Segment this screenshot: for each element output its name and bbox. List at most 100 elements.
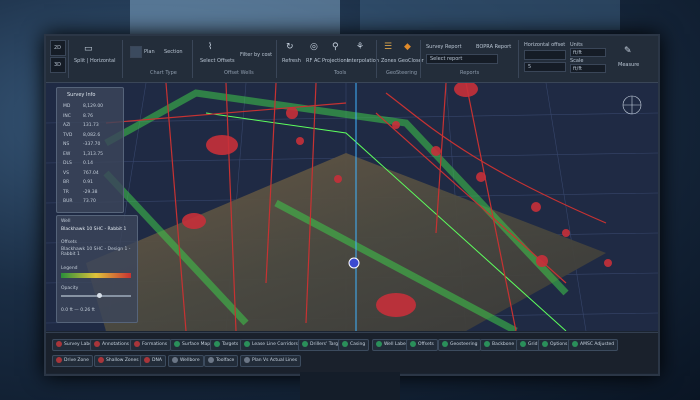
- zones-button[interactable]: Zones: [381, 58, 396, 64]
- layer-toggle-label: Offsets: [418, 342, 434, 347]
- scale-select[interactable]: ft/ft: [570, 64, 606, 73]
- offset-wells-group-label: Offset Wells: [224, 70, 254, 76]
- layer-toggle-label: Drive Zone: [64, 358, 89, 363]
- select-offsets-button[interactable]: Select Offsets: [200, 58, 235, 64]
- layer-toggle-label: Surface Map: [182, 342, 211, 347]
- toggle-indicator-icon: [174, 340, 180, 347]
- layer-toggle-targets[interactable]: Targets: [210, 339, 243, 351]
- survey-key: EW: [63, 151, 71, 157]
- split-horizontal-button[interactable]: Split | Horizontal: [74, 58, 115, 64]
- projections-button[interactable]: Projections: [322, 58, 349, 64]
- survey-info-panel: Survey Info MD 8,129.00 INC 8.76 AZI 131.73 TV…: [56, 87, 124, 213]
- plan-button[interactable]: Plan: [144, 49, 155, 55]
- toggle-indicator-icon: [542, 340, 548, 347]
- view-3d-button[interactable]: 3D: [50, 57, 66, 73]
- toggle-indicator-icon: [410, 340, 416, 347]
- offsets-value: Blackhawk 10 SHC - Design 1 - Rabbit 1: [61, 247, 131, 257]
- view-2d-button[interactable]: 2D: [50, 40, 66, 56]
- layer-toggle-casing[interactable]: Casing: [338, 339, 370, 351]
- survey-key: VS: [63, 170, 69, 176]
- layer-toggle-offsets[interactable]: Offsets: [406, 339, 438, 351]
- zones-icon[interactable]: ☰: [384, 42, 392, 52]
- interpolation-button[interactable]: Interpolation: [347, 58, 379, 64]
- layer-toggle-backbone[interactable]: Backbone: [480, 339, 519, 351]
- survey-key: NS: [63, 142, 70, 147]
- geocloser-icon[interactable]: ◆: [404, 42, 411, 52]
- scale-text: 0.0 ft — 0.26 ft: [61, 308, 95, 313]
- survey-value: 73.70: [83, 199, 96, 204]
- survey-key: AZI: [63, 123, 71, 128]
- layer-toggle-amsc-adjusted[interactable]: AMSC Adjusted: [568, 339, 619, 351]
- tools-group-label: Tools: [334, 70, 347, 76]
- toggle-indicator-icon: [484, 340, 490, 347]
- layer-toggle-plan-vs-actual-lines[interactable]: Plan Vs Actual Lines: [240, 355, 302, 367]
- layer-toggle-surface-map[interactable]: Surface Map: [170, 339, 215, 351]
- background-window: [360, 0, 620, 30]
- survey-report-button[interactable]: Survey Report: [426, 44, 462, 50]
- compass-icon[interactable]: [622, 95, 642, 115]
- offsets-icon[interactable]: ⌇: [208, 42, 212, 52]
- section-button[interactable]: Section: [164, 49, 183, 55]
- layer-toggle-label: Wellbore: [180, 358, 200, 363]
- toggle-indicator-icon: [172, 356, 178, 363]
- separator: [518, 40, 519, 78]
- opacity-slider-handle[interactable]: [97, 293, 102, 298]
- layer-toggle-label: Formations: [142, 342, 168, 347]
- split-icon[interactable]: ▭: [84, 44, 93, 54]
- chart-3d-button[interactable]: [130, 46, 142, 58]
- filter-by-cost-button[interactable]: Filter by cost: [240, 52, 272, 58]
- layer-toggle-label: AMSC Adjusted: [580, 342, 615, 347]
- horizontal-offset-slider[interactable]: [524, 50, 566, 60]
- toggle-indicator-icon: [376, 340, 382, 347]
- rf-ac-button[interactable]: RF AC: [306, 58, 321, 64]
- separator: [420, 40, 421, 78]
- layer-toggle-lease-line-corridors[interactable]: Lease Line Corridors: [240, 339, 302, 351]
- survey-value: -29.38: [83, 189, 98, 195]
- refresh-button[interactable]: Refresh: [282, 58, 301, 64]
- layer-toggle-label: Targets: [222, 342, 239, 347]
- measure-icon[interactable]: ✎: [624, 46, 632, 56]
- layer-toggle-annotations[interactable]: Annotations: [90, 339, 134, 351]
- background-window: [130, 0, 340, 34]
- reports-group-label: Reports: [460, 70, 480, 76]
- layer-toggle-formations[interactable]: Formations: [130, 339, 172, 351]
- survey-key: TVD: [63, 132, 73, 138]
- units-select[interactable]: ft/ft: [570, 48, 606, 57]
- current-position-marker: [348, 257, 360, 269]
- separator: [276, 40, 277, 78]
- layer-toggle-dna[interactable]: DNA: [140, 355, 166, 367]
- rf-ac-icon[interactable]: ◎: [310, 42, 318, 52]
- monitor-screen: 2D 3D ▭ Split | Horizontal Plan Section …: [44, 34, 660, 376]
- interpolation-icon[interactable]: ⚘: [356, 42, 364, 52]
- opacity-label: Opacity: [61, 286, 79, 291]
- legend-label: Legend: [61, 266, 78, 271]
- layer-toggle-geosteering[interactable]: Geosteering: [438, 339, 482, 351]
- survey-value: 8,129.00: [83, 104, 104, 109]
- layer-toggle-shallow-zones[interactable]: Shallow Zones: [94, 355, 143, 367]
- toggle-indicator-icon: [144, 356, 150, 363]
- opacity-slider[interactable]: [61, 295, 131, 297]
- toggle-indicator-icon: [244, 356, 250, 363]
- layer-toggle-options[interactable]: Options: [538, 339, 572, 351]
- layer-toggle-bar: Survey Labels Annotations Formations Surfac…: [46, 332, 658, 373]
- survey-value: 8,082.6: [83, 132, 101, 138]
- offsets-label: Offsets: [61, 240, 77, 245]
- layer-toggle-label: Geosteering: [450, 342, 478, 347]
- 3d-viewport[interactable]: Survey Info MD 8,129.00 INC 8.76 AZI 131.73 TV…: [46, 83, 658, 331]
- layer-toggle-label: Grid: [528, 342, 538, 347]
- layer-toggle-wellbore[interactable]: Wellbore: [168, 355, 204, 367]
- layer-toggle-toolface[interactable]: Toolface: [204, 355, 239, 367]
- toggle-indicator-icon: [56, 356, 62, 363]
- select-report-dropdown[interactable]: Select report: [426, 54, 498, 64]
- toggle-indicator-icon: [520, 340, 526, 347]
- refresh-icon[interactable]: ↻: [286, 42, 294, 52]
- projections-icon[interactable]: ⚲: [332, 42, 339, 52]
- toggle-indicator-icon: [572, 340, 578, 347]
- layer-toggle-drive-zone[interactable]: Drive Zone: [52, 355, 93, 367]
- geosteering-group-label: GeoSteering: [386, 70, 418, 76]
- toggle-indicator-icon: [342, 340, 348, 347]
- well-name: Blackhawk 10 SHC - Rabbit 1: [61, 227, 127, 232]
- bopra-report-button[interactable]: BOPRA Report: [476, 44, 511, 50]
- horizontal-offset-input[interactable]: 5: [524, 62, 566, 72]
- measure-button[interactable]: Measure: [618, 62, 639, 68]
